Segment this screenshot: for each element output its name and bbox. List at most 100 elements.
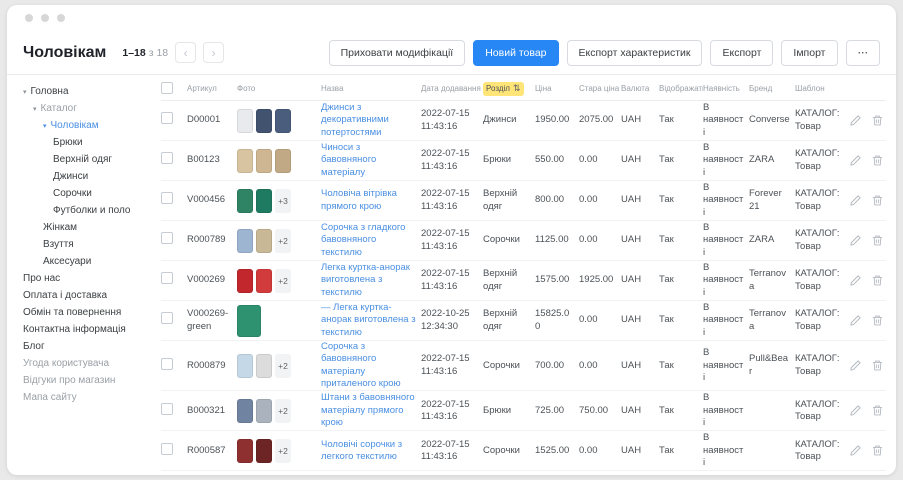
product-article: R000879 (187, 360, 237, 372)
pagination-prev-button[interactable]: ‹ (175, 42, 196, 63)
new-product-button[interactable]: Новий товар (473, 40, 558, 66)
sidebar-item[interactable]: Взуття (7, 236, 157, 253)
hide-modifications-button[interactable]: Приховати модифікації (329, 40, 466, 66)
more-photos-badge[interactable]: +2 (275, 399, 291, 423)
sidebar-item[interactable]: ▾Головна (7, 83, 157, 100)
select-all-cell (161, 82, 187, 96)
export-button[interactable]: Експорт (710, 40, 773, 66)
sidebar-item[interactable]: Сорочки (7, 185, 157, 202)
edit-button[interactable] (849, 404, 862, 417)
product-old-price: 0.00 (579, 234, 621, 246)
select-all-checkbox[interactable] (161, 82, 173, 94)
sidebar-item[interactable]: ▾Каталог (7, 100, 157, 117)
more-photos-badge[interactable]: +2 (275, 354, 291, 378)
delete-button[interactable] (871, 359, 884, 372)
sidebar-item[interactable]: Обмін та повернення (7, 304, 157, 321)
edit-button[interactable] (849, 274, 862, 287)
edit-button[interactable] (849, 444, 862, 457)
row-checkbox[interactable] (161, 232, 173, 244)
product-price: 800.00 (535, 194, 579, 206)
product-old-price: 0.00 (579, 154, 621, 166)
product-name-link[interactable]: Чоловічі сорочки з легкого текстилю (321, 439, 421, 464)
more-photos-badge[interactable]: +2 (275, 439, 291, 463)
delete-button[interactable] (871, 404, 884, 417)
more-photos-badge[interactable]: +2 (275, 269, 291, 293)
sort-icon[interactable]: ⇅ (513, 84, 521, 94)
sidebar-item[interactable]: Жінкам (7, 219, 157, 236)
delete-button[interactable] (871, 154, 884, 167)
product-currency: UAH (621, 314, 659, 326)
more-photos-badge[interactable]: +3 (275, 189, 291, 213)
sidebar-item[interactable]: Футболки и поло (7, 202, 157, 219)
more-actions-button[interactable]: ⋯ (846, 40, 881, 66)
window-control-dot[interactable] (41, 14, 49, 22)
delete-button[interactable] (871, 274, 884, 287)
product-old-price: 0.00 (579, 445, 621, 457)
edit-button[interactable] (849, 359, 862, 372)
product-name-link[interactable]: Легка куртка-анорак виготовлена з тексти… (321, 262, 421, 299)
sidebar-item[interactable]: Верхній одяг (7, 151, 157, 168)
page-header: Чоловікам 1–18з 18 ‹ › Приховати модифік… (7, 31, 896, 75)
table-row: R000789+2Сорочка з гладкого бавовняного … (161, 221, 886, 261)
sidebar-item[interactable]: Мапа сайту (7, 389, 157, 406)
product-brand: Terranova (749, 268, 795, 293)
time-value: 11:43:16 (421, 366, 478, 378)
edit-button[interactable] (849, 314, 862, 327)
product-display-flag: Так (659, 154, 703, 166)
product-name-link[interactable]: Чоловіча вітрівка прямого крою (321, 188, 421, 213)
product-currency: UAH (621, 405, 659, 417)
row-checkbox[interactable] (161, 358, 173, 370)
product-photo (237, 149, 253, 173)
delete-button[interactable] (871, 114, 884, 127)
export-characteristics-button[interactable]: Експорт характеристик (567, 40, 703, 66)
edit-button[interactable] (849, 114, 862, 127)
product-name-link[interactable]: — Легка куртка-анорак виготовлена з текс… (321, 302, 421, 339)
sidebar-item[interactable]: Контактна інформація (7, 321, 157, 338)
product-name-link[interactable]: Сорочка з бавовняного матеріалу притален… (321, 341, 421, 390)
edit-button[interactable] (849, 234, 862, 247)
sidebar-item[interactable]: Аксесуари (7, 253, 157, 270)
sidebar-item[interactable]: ▾Чоловікам (7, 117, 157, 134)
row-checkbox[interactable] (161, 272, 173, 284)
row-actions (849, 234, 888, 247)
chevron-down-icon: ▾ (33, 105, 37, 113)
pagination-next-button[interactable]: › (203, 42, 224, 63)
column-header-label: Стара ціна (579, 84, 619, 93)
sidebar-item[interactable]: Джинси (7, 168, 157, 185)
sidebar-item[interactable]: Брюки (7, 134, 157, 151)
sidebar-item[interactable]: Про нас (7, 270, 157, 287)
table-header: АртикулФотоНазваДата додаванняРозділ⇅Цін… (161, 77, 886, 101)
row-checkbox[interactable] (161, 443, 173, 455)
row-checkbox[interactable] (161, 403, 173, 415)
delete-button[interactable] (871, 194, 884, 207)
sidebar-item-label: Головна (31, 86, 69, 97)
table-body: D00001Джинси з декоративними потертостям… (161, 101, 886, 471)
edit-button[interactable] (849, 194, 862, 207)
sidebar-item[interactable]: Угода користувача (7, 355, 157, 372)
window-control-dot[interactable] (25, 14, 33, 22)
delete-button[interactable] (871, 234, 884, 247)
product-name-link[interactable]: Сорочка з гладкого бавовняного текстилю (321, 222, 421, 259)
sidebar-item[interactable]: Блог (7, 338, 157, 355)
row-checkbox[interactable] (161, 112, 173, 124)
row-checkbox[interactable] (161, 152, 173, 164)
delete-button[interactable] (871, 444, 884, 457)
product-brand: Converse (749, 114, 795, 126)
sidebar-item[interactable]: Відгуки про магазин (7, 372, 157, 389)
column-header: Відображати (659, 84, 703, 93)
import-button[interactable]: Імпорт (781, 40, 837, 66)
product-brand: Terranova (749, 308, 795, 333)
sidebar-item-label: Обмін та повернення (23, 307, 121, 318)
delete-button[interactable] (871, 314, 884, 327)
row-checkbox[interactable] (161, 312, 173, 324)
product-photos: +2 (237, 269, 321, 293)
more-photos-badge[interactable]: +2 (275, 229, 291, 253)
product-name-link[interactable]: Штани з бавовняного матеріалу прямого кр… (321, 392, 421, 429)
product-name-link[interactable]: Чиноси з бавовняного матеріалу (321, 142, 421, 179)
time-value: 11:43:16 (421, 411, 478, 423)
product-name-link[interactable]: Джинси з декоративними потертостями (321, 102, 421, 139)
row-checkbox[interactable] (161, 192, 173, 204)
sidebar-item[interactable]: Оплата і доставка (7, 287, 157, 304)
window-control-dot[interactable] (57, 14, 65, 22)
edit-button[interactable] (849, 154, 862, 167)
